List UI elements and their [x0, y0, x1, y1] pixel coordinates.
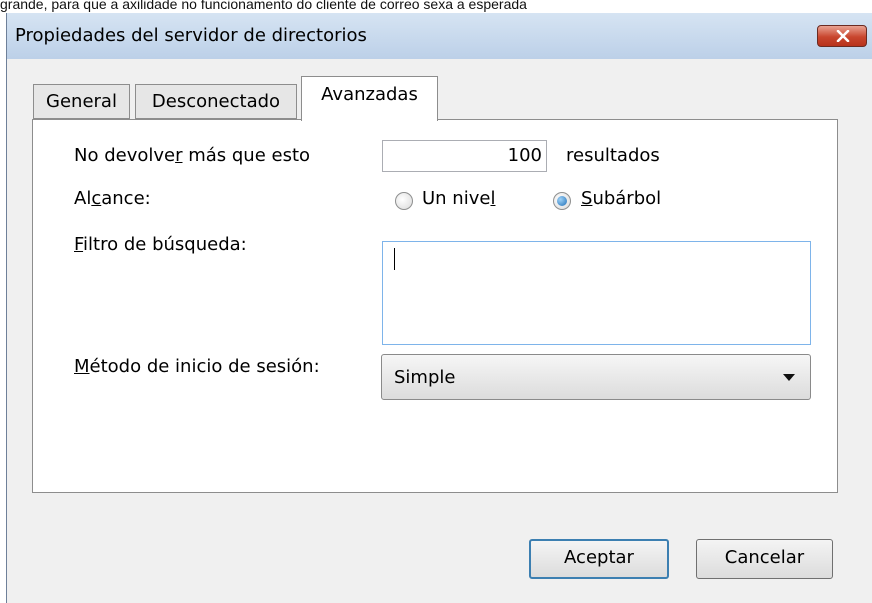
- scope-label: Alcance:: [74, 188, 151, 209]
- chevron-down-icon: [783, 374, 795, 381]
- max-results-input[interactable]: 100: [382, 140, 547, 172]
- tab-general[interactable]: General: [33, 84, 130, 119]
- subtree-label[interactable]: Subárbol: [581, 188, 661, 209]
- cancel-button[interactable]: Cancelar: [696, 539, 833, 579]
- caption-text: grande, para que a axilidade no funciona…: [0, 0, 527, 12]
- close-button[interactable]: [817, 25, 867, 47]
- login-method-select[interactable]: Simple: [381, 354, 811, 400]
- tab-desconectado[interactable]: Desconectado: [135, 84, 297, 119]
- search-filter-textarea[interactable]: [382, 241, 811, 345]
- one-level-label[interactable]: Un nivel: [422, 188, 495, 209]
- title-bar[interactable]: Propiedades del servidor de directorios: [7, 13, 872, 59]
- text-caret: [394, 248, 395, 270]
- radio-subtree[interactable]: [553, 192, 571, 210]
- window-title: Propiedades del servidor de directorios: [15, 25, 367, 46]
- login-method-value: Simple: [394, 367, 456, 388]
- search-filter-label: Filtro de búsqueda:: [74, 234, 247, 255]
- results-unit-label: resultados: [566, 145, 660, 166]
- accept-button[interactable]: Aceptar: [529, 539, 669, 579]
- login-method-label: Método de inicio de sesión:: [74, 356, 320, 377]
- close-icon: [836, 30, 850, 42]
- radio-one-level[interactable]: [395, 192, 413, 210]
- tab-avanzadas[interactable]: Avanzadas: [301, 76, 438, 121]
- max-results-label: No devolver más que esto: [74, 145, 311, 166]
